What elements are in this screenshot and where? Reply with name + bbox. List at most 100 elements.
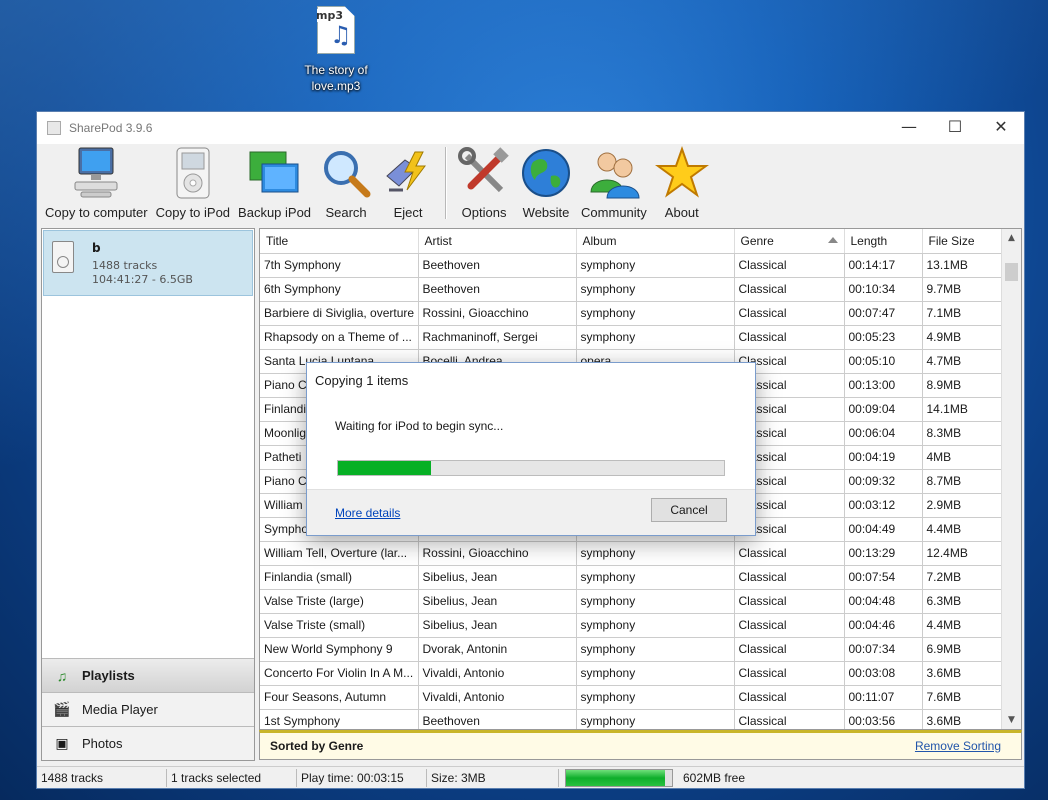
copy-to-computer-label: Copy to computer (45, 205, 148, 220)
eject-icon (381, 145, 435, 201)
cell-title: 7th Symphony (260, 253, 419, 278)
dialog-title: Copying 1 items (315, 373, 409, 388)
cell-album: symphony (576, 253, 735, 278)
photo-icon: ▣ (55, 735, 69, 751)
table-row[interactable]: Barbiere di Siviglia, overture Rossini, G… (260, 301, 1002, 326)
cancel-button[interactable]: Cancel (651, 498, 727, 522)
table-row[interactable]: Rhapsody on a Theme of ... Rachmaninoff, … (260, 325, 1002, 350)
cell-filesize: 8.7MB (922, 469, 1002, 494)
mp3-file-icon: mp3 ♫ (317, 6, 355, 54)
tab-photos[interactable]: ▣ Photos (42, 726, 254, 760)
about-button[interactable]: About (651, 145, 713, 223)
maximize-button[interactable]: ☐ (932, 112, 978, 144)
table-row[interactable]: Finlandia (small) Sibelius, Jean symphony C… (260, 565, 1002, 590)
progress-fill (338, 461, 431, 475)
table-row[interactable]: 7th Symphony Beethoven symphony Classical 00… (260, 253, 1002, 278)
options-button[interactable]: Options (453, 145, 515, 223)
cell-album: symphony (576, 325, 735, 350)
search-button[interactable]: Search (315, 145, 377, 223)
website-label: Website (522, 205, 570, 220)
copy-to-ipod-button[interactable]: Copy to iPod (152, 145, 234, 223)
cell-genre: Classical (734, 661, 845, 686)
cell-genre: Classical (734, 565, 845, 590)
globe-icon (519, 145, 573, 201)
device-item[interactable]: b 1488 tracks 104:41:27 - 6.5GB (43, 230, 253, 296)
cell-artist: Rachmaninoff, Sergei (418, 325, 577, 350)
sort-ascending-icon (827, 237, 838, 243)
col-title-header[interactable]: Title (260, 229, 419, 254)
cell-filesize: 12.4MB (922, 541, 1002, 566)
website-button[interactable]: Website (515, 145, 577, 223)
cell-title: Four Seasons, Autumn (260, 685, 419, 710)
cell-filesize: 6.3MB (922, 589, 1002, 614)
free-space-bar (565, 768, 673, 787)
title-bar[interactable]: SharePod 3.9.6 — ☐ ✕ (37, 112, 1024, 144)
cell-length: 00:07:54 (844, 565, 923, 590)
cell-filesize: 4.7MB (922, 349, 1002, 374)
film-icon: 🎬 (53, 701, 71, 717)
about-label: About (664, 205, 699, 220)
minimize-button[interactable]: — (886, 112, 932, 144)
cell-album: symphony (576, 685, 735, 710)
cell-length: 00:09:32 (844, 469, 923, 494)
more-details-link[interactable]: More details (335, 506, 400, 520)
toolbar: Copy to computer Copy to iPod Backup iPo… (41, 145, 713, 223)
left-tabs: ♫ Playlists 🎬 Media Player ▣ Photos (42, 658, 254, 760)
community-button[interactable]: Community (577, 145, 651, 223)
cell-filesize: 7.1MB (922, 301, 1002, 326)
backup-ipod-button[interactable]: Backup iPod (234, 145, 315, 223)
col-filesize-header[interactable]: File Size (922, 229, 1002, 254)
col-length-header[interactable]: Length (844, 229, 923, 254)
window-title: SharePod 3.9.6 (69, 121, 153, 135)
cell-length: 00:04:49 (844, 517, 923, 542)
cell-genre: Classical (734, 613, 845, 638)
table-row[interactable]: Four Seasons, Autumn Vivaldi, Antonio symp… (260, 685, 1002, 710)
sorted-by-label: Sorted by Genre (270, 739, 364, 753)
cell-filesize: 8.3MB (922, 421, 1002, 446)
scroll-up-icon[interactable]: ▲ (1002, 229, 1021, 247)
eject-button[interactable]: Eject (377, 145, 439, 223)
app-icon (47, 121, 61, 135)
table-row[interactable]: 1st Symphony Beethoven symphony Classical 00… (260, 709, 1002, 729)
device-name: b (92, 241, 101, 255)
tab-media-player[interactable]: 🎬 Media Player (42, 692, 254, 726)
close-button[interactable]: ✕ (978, 112, 1024, 144)
cell-album: symphony (576, 613, 735, 638)
cell-album: symphony (576, 589, 735, 614)
cell-length: 00:13:00 (844, 373, 923, 398)
tab-playlists[interactable]: ♫ Playlists (42, 658, 254, 692)
scroll-down-icon[interactable]: ▼ (1002, 711, 1021, 729)
copy-to-computer-button[interactable]: Copy to computer (41, 145, 152, 223)
toolbar-separator (445, 147, 448, 219)
ipod-device-icon (52, 241, 74, 273)
cell-filesize: 8.9MB (922, 373, 1002, 398)
copy-progress-dialog: Copying 1 items Waiting for iPod to begi… (306, 362, 756, 536)
table-row[interactable]: Concerto For Violin In A M... Vivaldi, An… (260, 661, 1002, 686)
cell-artist: Rossini, Gioacchino (418, 541, 577, 566)
remove-sorting-link[interactable]: Remove Sorting (915, 739, 1001, 753)
desktop-file-icon[interactable]: mp3 ♫ The story of love.mp3 (296, 6, 376, 94)
table-row[interactable]: 6th Symphony Beethoven symphony Classical 00… (260, 277, 1002, 302)
cell-length: 00:03:12 (844, 493, 923, 518)
status-size: Size: 3MB (427, 768, 559, 787)
cell-album: symphony (576, 541, 735, 566)
cell-filesize: 4MB (922, 445, 1002, 470)
copy-to-ipod-label: Copy to iPod (155, 205, 231, 220)
progress-bar (337, 460, 725, 476)
file-label-line2: love.mp3 (311, 79, 361, 93)
desktop-file-label: The story of love.mp3 (296, 62, 376, 94)
col-album-header[interactable]: Album (576, 229, 735, 254)
table-row[interactable]: Valse Triste (large) Sibelius, Jean sympho… (260, 589, 1002, 614)
table-row[interactable]: New World Symphony 9 Dvorak, Antonin symph… (260, 637, 1002, 662)
star-icon (654, 145, 709, 201)
cell-filesize: 4.4MB (922, 613, 1002, 638)
scroll-thumb[interactable] (1005, 263, 1018, 281)
col-artist-header[interactable]: Artist (418, 229, 577, 254)
vertical-scrollbar[interactable]: ▲ ▼ (1001, 229, 1021, 729)
cell-length: 00:09:04 (844, 397, 923, 422)
tools-icon (457, 145, 511, 201)
table-row[interactable]: William Tell, Overture (lar... Rossini, G… (260, 541, 1002, 566)
table-row[interactable]: Valse Triste (small) Sibelius, Jean sympho… (260, 613, 1002, 638)
music-note-icon: ♫ (56, 667, 68, 684)
col-genre-header[interactable]: Genre (734, 229, 845, 254)
